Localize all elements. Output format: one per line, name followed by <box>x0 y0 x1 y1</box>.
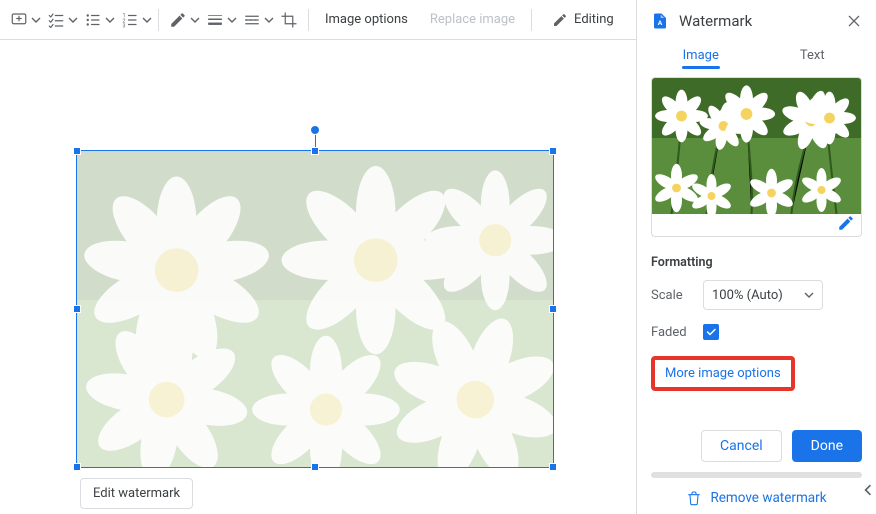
chevron-down-icon <box>264 15 274 25</box>
crop-button[interactable] <box>276 6 302 34</box>
formatting-heading: Formatting <box>651 255 862 270</box>
crop-icon <box>280 11 298 29</box>
svg-text:A: A <box>658 19 663 27</box>
faded-row: Faded <box>651 324 862 340</box>
checklist-icon <box>47 11 65 29</box>
chevron-down-icon <box>31 15 41 25</box>
numbered-list-dropdown[interactable]: 123 <box>117 6 152 34</box>
faded-label: Faded <box>651 325 693 340</box>
scale-value: 100% (Auto) <box>712 288 783 303</box>
more-image-options-highlight: More image options <box>651 356 795 391</box>
toolbar-separator <box>158 9 159 31</box>
chevron-down-icon <box>804 290 814 300</box>
chevron-down-icon <box>142 15 152 25</box>
checklist-dropdown[interactable] <box>43 6 78 34</box>
resize-handle-s[interactable] <box>311 463 319 471</box>
resize-handle-w[interactable] <box>73 305 81 313</box>
toolbar-separator <box>531 9 532 31</box>
resize-handle-e[interactable] <box>549 305 557 313</box>
rotation-handle[interactable] <box>310 125 320 135</box>
resize-handle-nw[interactable] <box>73 147 81 155</box>
faded-checkbox[interactable] <box>703 324 719 340</box>
resize-handle-sw[interactable] <box>73 463 81 471</box>
edit-watermark-button[interactable]: Edit watermark <box>80 478 193 509</box>
border-dash-icon <box>243 11 261 29</box>
panel-footer: Cancel Done <box>637 418 876 468</box>
tab-text[interactable]: Text <box>757 40 869 73</box>
replace-image-button: Replace image <box>420 6 525 34</box>
edit-image-icon[interactable] <box>837 214 855 232</box>
line-weight-icon <box>206 11 224 29</box>
svg-text:3: 3 <box>123 23 126 29</box>
watermark-panel: A Watermark Image Text <box>636 0 876 514</box>
panel-scrollbar[interactable] <box>651 472 862 478</box>
resize-handle-n[interactable] <box>311 147 319 155</box>
border-dash-dropdown[interactable] <box>239 6 274 34</box>
border-color-dropdown[interactable] <box>165 6 200 34</box>
resize-handle-se[interactable] <box>549 463 557 471</box>
add-comment-dropdown[interactable] <box>6 6 41 34</box>
pencil-icon <box>552 12 568 28</box>
resize-handle-ne[interactable] <box>549 147 557 155</box>
page: Edit watermark <box>0 40 636 514</box>
panel-title: Watermark <box>679 12 836 30</box>
pencil-icon <box>169 11 187 29</box>
panel-body: Formatting Scale 100% (Auto) Faded More … <box>637 73 876 418</box>
check-icon <box>705 326 717 338</box>
document-canvas[interactable]: Edit watermark <box>0 40 636 514</box>
watermark-image-selection[interactable] <box>76 150 554 468</box>
editing-mode-label: Editing <box>574 12 614 27</box>
scale-label: Scale <box>651 288 693 303</box>
scale-row: Scale 100% (Auto) <box>651 280 862 310</box>
image-options-button[interactable]: Image options <box>315 6 418 34</box>
panel-tabs: Image Text <box>637 40 876 73</box>
chevron-down-icon <box>105 15 115 25</box>
more-image-options-link[interactable]: More image options <box>665 366 781 381</box>
scale-select[interactable]: 100% (Auto) <box>703 280 823 310</box>
bulleted-list-dropdown[interactable] <box>80 6 115 34</box>
chevron-down-icon <box>68 15 78 25</box>
panel-header: A Watermark <box>637 0 876 40</box>
trash-icon <box>686 490 702 506</box>
watermark-image <box>77 151 553 467</box>
remove-watermark-label: Remove watermark <box>710 490 826 506</box>
image-preview <box>651 77 862 237</box>
remove-watermark-button[interactable]: Remove watermark <box>637 484 876 514</box>
done-button[interactable]: Done <box>792 430 862 462</box>
add-comment-icon <box>10 11 28 29</box>
tab-image[interactable]: Image <box>645 40 757 73</box>
chevron-down-icon <box>227 15 237 25</box>
border-weight-dropdown[interactable] <box>202 6 237 34</box>
document-icon: A <box>651 10 669 32</box>
numbered-list-icon: 123 <box>121 11 139 29</box>
close-icon[interactable] <box>846 13 862 29</box>
toolbar-separator <box>308 9 309 31</box>
watermark-thumbnail <box>652 78 861 214</box>
cancel-button[interactable]: Cancel <box>701 430 782 462</box>
side-panel-collapse-icon[interactable] <box>862 484 874 496</box>
bulleted-list-icon <box>84 11 102 29</box>
chevron-down-icon <box>190 15 200 25</box>
